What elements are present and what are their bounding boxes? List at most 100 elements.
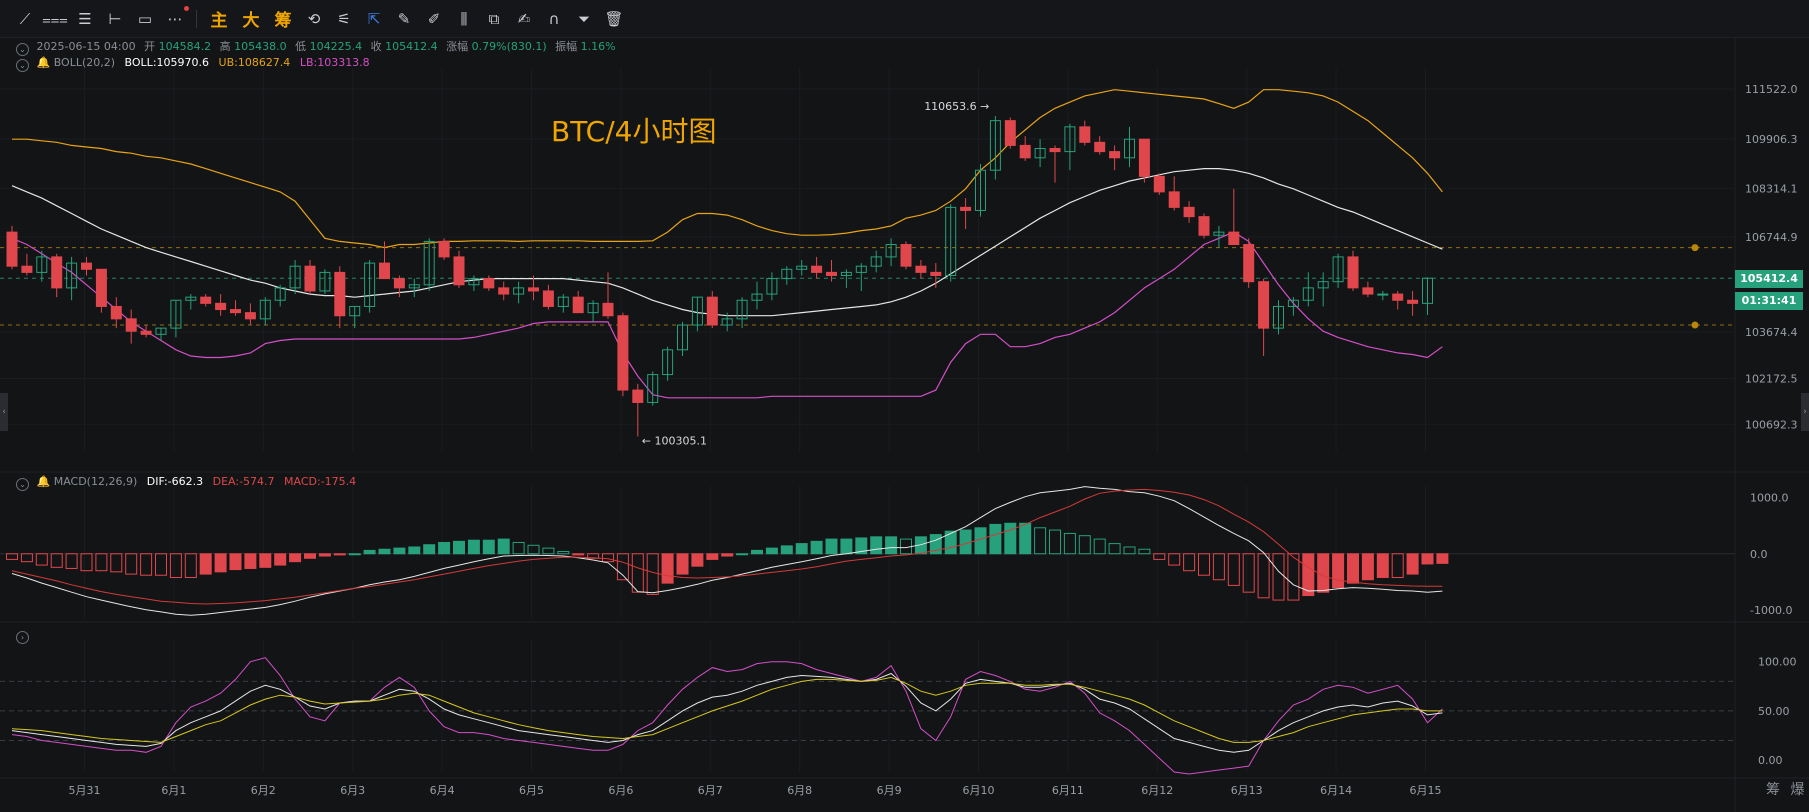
candle-body xyxy=(811,265,823,273)
macd-histogram-bar xyxy=(676,553,689,575)
macd-histogram-bar xyxy=(497,538,510,555)
x-tick-label: 6月10 xyxy=(963,784,995,797)
macd-histogram-bar xyxy=(1227,553,1240,586)
candle-body xyxy=(334,271,346,317)
macd-dif-value: DIF:-662.3 xyxy=(146,475,204,488)
macd-histogram-bar xyxy=(35,553,48,566)
macd-histogram-bar xyxy=(1287,553,1300,601)
macd-histogram-bar xyxy=(1063,532,1076,555)
macd-histogram-bar xyxy=(691,553,704,567)
right-panel-toggle[interactable]: › xyxy=(1801,393,1809,431)
bell-icon[interactable]: 🔔 xyxy=(37,475,51,488)
candle-body xyxy=(230,309,241,314)
candle-body xyxy=(1258,281,1270,329)
x-tick-label: 6月9 xyxy=(877,784,902,797)
macd-histogram-bar xyxy=(1436,553,1449,564)
expand-icon[interactable]: › xyxy=(16,631,29,644)
macd-histogram-bar xyxy=(6,553,18,560)
x-tick-label: 6月14 xyxy=(1320,784,1352,797)
kdj-j-line xyxy=(11,657,1443,775)
macd-histogram-bar xyxy=(989,523,1002,555)
level-marker-dot xyxy=(1691,321,1699,329)
amplitude-label: 振幅 xyxy=(555,40,578,53)
kdj-tick-label: 50.00 xyxy=(1758,705,1790,718)
candle-body xyxy=(244,312,256,320)
macd-histogram-bar xyxy=(140,553,153,576)
liquidation-button[interactable]: 爆 xyxy=(1790,782,1804,798)
bell-icon[interactable]: 🔔 xyxy=(37,56,51,69)
macd-histogram-bar xyxy=(721,553,734,557)
left-panel-toggle[interactable]: ‹ xyxy=(0,393,8,431)
macd-histogram-bar xyxy=(795,543,808,555)
macd-histogram-bar xyxy=(125,553,138,575)
macd-histogram-bar xyxy=(1361,553,1374,581)
candle-body xyxy=(81,262,92,270)
collapse-icon[interactable]: ⌄ xyxy=(16,478,29,491)
macd-histogram-bar xyxy=(318,553,331,557)
macd-histogram-bar xyxy=(50,553,63,568)
x-tick-label: 6月7 xyxy=(698,784,723,797)
macd-histogram-bar xyxy=(214,553,227,573)
y-tick-label: 106744.9 xyxy=(1745,231,1798,244)
macd-histogram-bar xyxy=(363,549,376,555)
macd-histogram-bar xyxy=(333,553,346,556)
macd-histogram-bar xyxy=(289,553,302,563)
macd-histogram-bar xyxy=(110,553,123,573)
candle-body xyxy=(602,302,614,317)
ohlc-date: 2025-06-15 04:00 xyxy=(36,40,136,53)
macd-tick-label: 1000.0 xyxy=(1750,491,1789,504)
open-label: 开 xyxy=(144,40,156,53)
macd-histogram-bar xyxy=(304,553,316,559)
candle-body xyxy=(1079,126,1091,143)
close-value: 105412.4 xyxy=(385,40,438,53)
candle-body xyxy=(393,278,405,289)
macd-histogram-bar xyxy=(1391,553,1404,578)
macd-dea-value: DEA:-574.7 xyxy=(212,475,275,488)
macd-histogram-bar xyxy=(706,553,719,560)
candle-body xyxy=(1198,216,1210,236)
close-label: 收 xyxy=(370,40,382,53)
candle-body xyxy=(617,315,629,391)
candle-body xyxy=(542,290,554,307)
collapse-icon[interactable]: ⌄ xyxy=(16,59,29,72)
macd-histogram-bar xyxy=(408,546,421,555)
candle-body xyxy=(1392,293,1404,301)
macd-info: ⌄ 🔔 MACD(12,26,9) DIF:-662.3 DEA:-574.7 … xyxy=(16,475,356,491)
macd-histogram-bar xyxy=(840,538,853,555)
collapse-icon[interactable]: ⌄ xyxy=(16,43,29,56)
chip-button[interactable]: 筹 xyxy=(1766,782,1780,798)
change-value: 0.79%(830.1) xyxy=(471,40,547,53)
candle-body xyxy=(1168,191,1180,208)
macd-hist-value: MACD:-175.4 xyxy=(284,475,357,488)
macd-histogram-bar xyxy=(1049,529,1061,555)
macd-dea-line xyxy=(11,488,1443,605)
boll-mid-value: BOLL:105970.6 xyxy=(124,56,210,69)
macd-pane xyxy=(0,486,1735,616)
macd-histogram-bar xyxy=(393,547,406,555)
kdj-tick-label: 0.00 xyxy=(1758,754,1783,767)
macd-histogram-bar xyxy=(259,553,272,568)
candle-body xyxy=(95,268,107,307)
macd-histogram-bar xyxy=(780,545,793,555)
candle-body xyxy=(379,262,390,280)
macd-histogram-bar xyxy=(1212,553,1225,581)
macd-histogram-bar xyxy=(169,553,182,578)
boll-mid-line xyxy=(11,168,1443,317)
candle-body xyxy=(215,302,227,311)
macd-histogram-bar xyxy=(453,540,465,555)
boll-ub-value: UB:108627.4 xyxy=(218,56,291,69)
high-label: 高 xyxy=(219,40,231,53)
axes: 111522.0 109906.3 108314.1 106744.9 103674.4… xyxy=(69,83,1798,797)
macd-histogram-bar xyxy=(1034,527,1047,555)
macd-tick-label: 0.0 xyxy=(1750,548,1768,561)
macd-histogram-bar xyxy=(572,553,585,556)
y-tick-label: 103674.4 xyxy=(1745,326,1798,339)
y-tick-label: 102172.5 xyxy=(1745,373,1798,386)
y-tick-label: 100692.3 xyxy=(1745,418,1798,431)
chart-area[interactable]: 110653.6 → ← 100305.1 111522.0 109906.3 108… xyxy=(0,0,1809,812)
x-tick-label: 6月6 xyxy=(608,784,633,797)
candle-body xyxy=(304,265,316,292)
x-tick-label: 6月8 xyxy=(787,784,812,797)
macd-histogram-bar xyxy=(557,551,570,555)
candle-body xyxy=(125,318,137,332)
